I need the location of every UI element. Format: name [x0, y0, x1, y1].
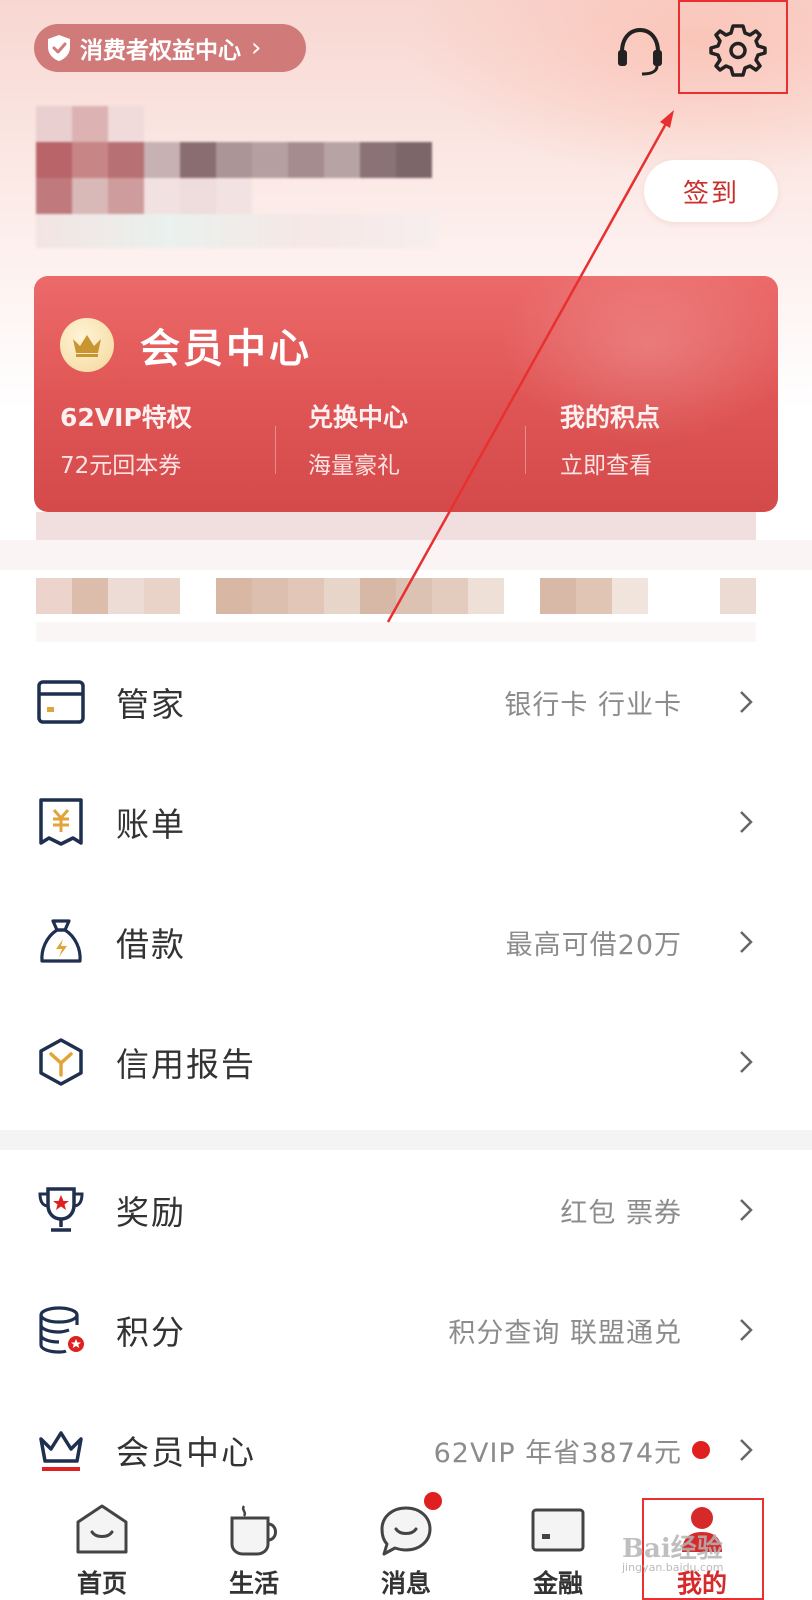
unread-badge	[424, 1492, 442, 1510]
perk-62vip[interactable]: 62VIP特权 72元回本券	[60, 398, 192, 480]
trophy-icon	[38, 1187, 84, 1232]
menu-hint: 银行卡 行业卡	[504, 689, 682, 721]
notification-dot	[692, 1441, 710, 1459]
menu-label: 会员中心	[116, 1433, 256, 1472]
crown-icon	[73, 335, 101, 357]
chevron-right-icon	[740, 691, 753, 713]
member-card-title: 会员中心	[140, 326, 312, 372]
shield-icon	[48, 35, 70, 61]
credit-report-icon	[39, 1038, 83, 1086]
cup-icon	[230, 1505, 277, 1556]
menu-label: 积分	[116, 1313, 186, 1352]
nav-label: 生活	[228, 1569, 279, 1598]
customer-service-icon[interactable]	[612, 22, 668, 78]
section-divider	[0, 1130, 812, 1150]
message-icon	[380, 1506, 432, 1556]
checkin-button[interactable]: 签到	[644, 160, 778, 222]
menu-row-rewards[interactable]: 奖励 红包 票券	[0, 1150, 812, 1270]
consumer-rights-center-button[interactable]: 消费者权益中心 ›	[34, 24, 306, 72]
card-icon	[37, 680, 85, 724]
menu-label: 信用报告	[116, 1045, 256, 1084]
consumer-rights-center-label: 消费者权益中心	[80, 38, 241, 64]
menu-hint: 积分查询 联盟通兑	[448, 1317, 682, 1349]
chevron-right-icon	[740, 811, 753, 833]
perk-title: 我的积点	[560, 403, 661, 432]
menu-row-loan[interactable]: 借款 最高可借20万	[0, 882, 812, 1002]
nav-label: 消息	[380, 1569, 431, 1598]
perk-subtitle: 立即查看	[560, 453, 652, 479]
nav-life[interactable]: 生活	[194, 1492, 314, 1600]
loan-bag-icon	[40, 919, 82, 963]
chevron-right-icon	[740, 1439, 753, 1461]
crown-badge-icon	[60, 318, 114, 372]
perk-title: 62VIP特权	[60, 403, 192, 432]
settings-highlight-box	[678, 0, 788, 94]
menu-row-butler[interactable]: 管家 银行卡 行业卡	[0, 642, 812, 762]
menu-label: 管家	[116, 685, 186, 724]
perk-subtitle: 海量豪礼	[308, 453, 400, 479]
menu-label: 借款	[116, 925, 186, 964]
chevron-right-icon: ›	[251, 33, 262, 63]
chevron-right-icon	[740, 1199, 753, 1221]
watermark-text: Bai经验	[622, 1534, 723, 1564]
perk-exchange-center[interactable]: 兑换中心 海量豪礼	[308, 398, 408, 480]
nav-messages[interactable]: 消息	[346, 1492, 466, 1600]
profile-info-mosaic	[36, 106, 436, 248]
perk-divider	[275, 426, 276, 474]
watermark-url: jingyan.baidu.com	[622, 1561, 724, 1574]
member-center-card[interactable]: 会员中心 62VIP特权 72元回本券 兑换中心 海量豪礼 我的积点 立即查看	[34, 276, 778, 512]
watermark: Bai经验 jingyan.baidu.com	[622, 1528, 724, 1574]
home-icon	[76, 1504, 128, 1554]
nav-finance[interactable]: 金融	[498, 1492, 618, 1600]
chevron-right-icon	[740, 1051, 753, 1073]
menu-row-points[interactable]: 积分 积分查询 联盟通兑	[0, 1270, 812, 1390]
menu-row-credit-report[interactable]: 信用报告	[0, 1002, 812, 1122]
blurred-banner-mosaic	[0, 512, 812, 652]
perk-divider	[525, 426, 526, 474]
menu-label: 奖励	[116, 1193, 186, 1232]
menu-hint: 红包 票券	[560, 1197, 682, 1229]
bill-icon	[39, 798, 83, 846]
points-coins-icon	[39, 1306, 84, 1354]
menu-row-bill[interactable]: 账单	[0, 762, 812, 882]
perk-subtitle: 72元回本券	[60, 453, 182, 479]
menu-hint: 62VIP 年省3874元	[433, 1437, 682, 1469]
chevron-right-icon	[740, 1319, 753, 1341]
crown-icon	[39, 1431, 83, 1471]
perk-my-points[interactable]: 我的积点 立即查看	[560, 398, 660, 480]
nav-home[interactable]: 首页	[42, 1492, 162, 1600]
chevron-right-icon	[740, 931, 753, 953]
menu-hint: 最高可借20万	[505, 929, 682, 961]
finance-card-icon	[531, 1508, 585, 1552]
perk-title: 兑换中心	[308, 403, 409, 432]
nav-label: 首页	[76, 1569, 127, 1598]
menu-label: 账单	[116, 805, 186, 844]
nav-label: 金融	[532, 1569, 583, 1598]
